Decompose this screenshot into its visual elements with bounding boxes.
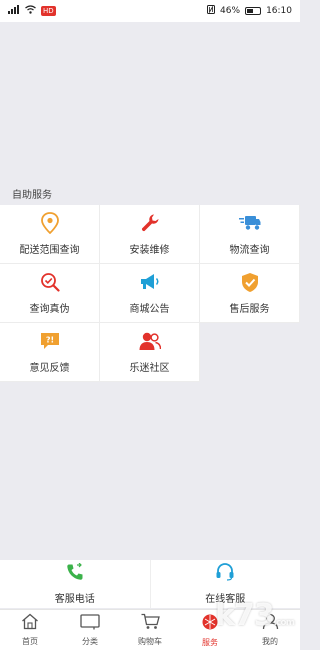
headset-icon xyxy=(215,563,235,585)
nfc-icon xyxy=(207,5,216,17)
phone-icon xyxy=(66,562,84,585)
wifi-icon xyxy=(25,5,36,17)
megaphone-icon xyxy=(139,271,161,293)
clock: 16:10 xyxy=(266,6,292,16)
tab-label: 我的 xyxy=(262,637,278,646)
grid-item-label: 物流查询 xyxy=(229,245,270,256)
watermark-text: k73 xyxy=(214,598,275,633)
tab-label: 服务 xyxy=(202,637,218,647)
wrench-icon xyxy=(139,212,161,234)
grid-item-after-sales[interactable]: 售后服务 xyxy=(200,264,300,323)
svg-text:?!: ?! xyxy=(45,336,53,345)
watermark-logo: k73.com xyxy=(214,598,295,633)
tab-label: 购物车 xyxy=(138,637,162,646)
grid-item-label: 安装维修 xyxy=(129,245,170,256)
grid-empty-cell xyxy=(200,323,300,382)
tab-category[interactable]: 分类 xyxy=(60,610,120,650)
section-title: 自助服务 xyxy=(12,190,52,201)
grid-item-label: 乐迷社区 xyxy=(129,363,170,374)
location-pin-icon xyxy=(39,212,61,234)
tab-home[interactable]: 首页 xyxy=(0,610,60,650)
customer-phone-label: 客服电话 xyxy=(54,594,95,605)
status-left: HD xyxy=(8,5,56,17)
cart-icon xyxy=(141,613,160,634)
verify-search-icon xyxy=(39,271,61,293)
tab-cart[interactable]: 购物车 xyxy=(120,610,180,650)
self-service-grid: 配送范围查询 安装维修 物流查询 查询真伪 商城公告 售后服务 ?! 意见反馈 … xyxy=(0,205,300,382)
tab-label: 分类 xyxy=(82,637,98,646)
grid-item-label: 商城公告 xyxy=(129,304,170,315)
tab-label: 首页 xyxy=(22,637,38,646)
grid-item-install-repair[interactable]: 安装维修 xyxy=(100,205,200,264)
grid-item-delivery-range[interactable]: 配送范围查询 xyxy=(0,205,100,264)
grid-item-label: 查询真伪 xyxy=(29,304,70,315)
delivery-truck-icon xyxy=(238,212,261,234)
category-icon xyxy=(80,613,100,634)
home-icon xyxy=(21,613,39,634)
battery-icon xyxy=(245,7,262,15)
grid-item-label: 售后服务 xyxy=(229,304,270,315)
battery-percent: 46% xyxy=(220,6,241,16)
grid-item-announcement[interactable]: 商城公告 xyxy=(100,264,200,323)
grid-item-logistics[interactable]: 物流查询 xyxy=(200,205,300,264)
status-right: 46% 16:10 xyxy=(207,5,292,17)
signal-icon xyxy=(8,5,20,17)
status-bar: HD 46% 16:10 xyxy=(0,0,300,22)
grid-item-community[interactable]: 乐迷社区 xyxy=(100,323,200,382)
community-icon xyxy=(139,330,161,352)
feedback-icon: ?! xyxy=(39,330,61,352)
customer-phone-button[interactable]: 客服电话 xyxy=(0,560,150,608)
watermark-suffix: .com xyxy=(273,618,295,628)
shield-check-icon xyxy=(239,271,261,293)
status-badge: HD xyxy=(41,6,56,16)
grid-item-verify[interactable]: 查询真伪 xyxy=(0,264,100,323)
grid-item-label: 配送范围查询 xyxy=(19,245,80,256)
grid-item-feedback[interactable]: ?! 意见反馈 xyxy=(0,323,100,382)
grid-item-label: 意见反馈 xyxy=(29,363,70,374)
